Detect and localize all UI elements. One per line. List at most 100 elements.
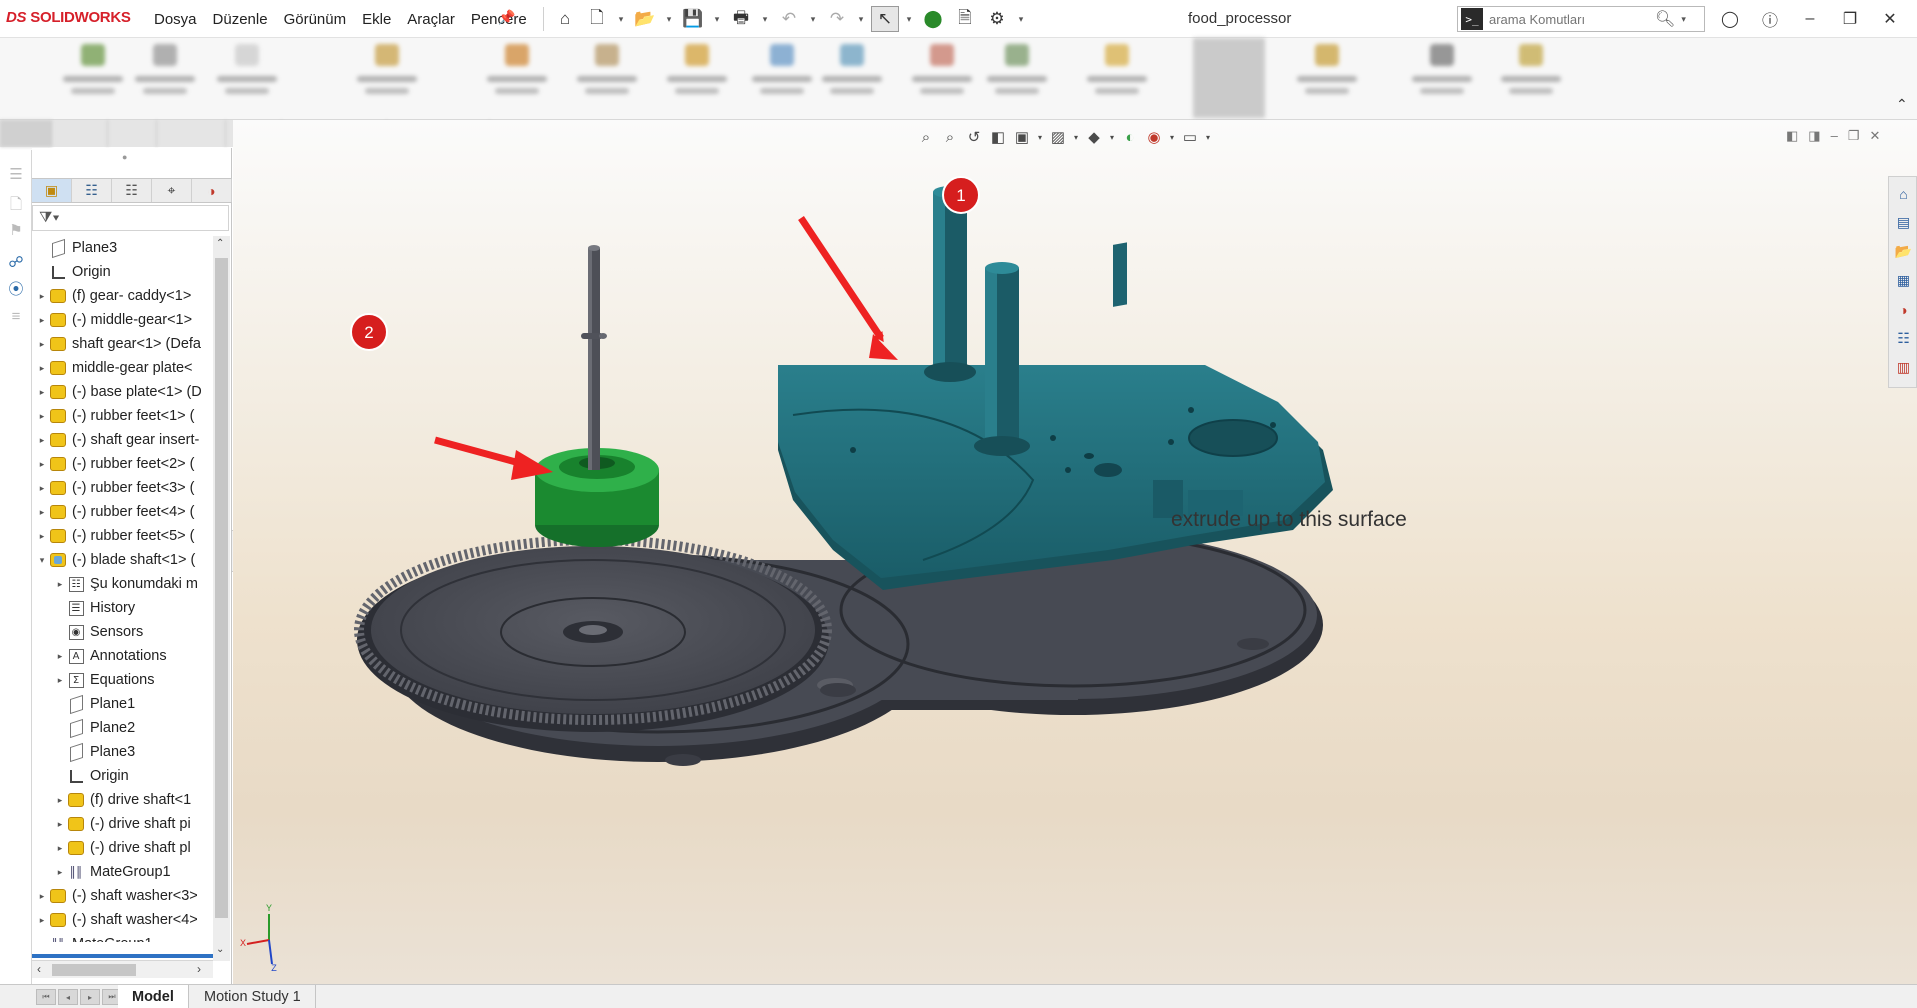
expand-arrow-icon[interactable]: ▸ (36, 363, 48, 374)
expand-arrow-icon[interactable]: ▸ (36, 291, 48, 302)
search-dropdown-icon[interactable]: ▾ (1681, 14, 1686, 25)
tree-item[interactable]: Plane3 (54, 740, 135, 764)
tree-horizontal-scrollbar[interactable]: ‹ › (32, 960, 213, 978)
collapse-ribbon-icon[interactable]: ⌃ (1896, 96, 1908, 113)
expand-arrow-icon[interactable]: ▸ (36, 411, 48, 422)
display-dropdown-icon[interactable]: ▾ (1107, 126, 1117, 148)
file-properties-icon[interactable]: 🗎 (951, 6, 979, 32)
tree-item[interactable]: ▸ ☷ Şu konumdaki m (54, 572, 198, 596)
configurationmanager-tab-icon[interactable]: ☷ (112, 179, 152, 202)
view-dropdown-icon[interactable]: ▾ (1035, 126, 1045, 148)
open-folder-icon[interactable]: 📂 (631, 6, 659, 32)
scroll-up-icon[interactable]: ⌃ (216, 238, 224, 249)
command-search[interactable]: >_ 🔍︎ ▾ (1457, 6, 1705, 32)
expand-arrow-icon[interactable]: ▸ (36, 939, 48, 943)
hide-show-items-icon[interactable]: ◐ (1119, 126, 1141, 148)
tree-item[interactable]: Origin (36, 260, 111, 284)
solidworks-resources-icon[interactable]: ⌂ (1893, 183, 1914, 204)
tree-item[interactable]: Origin (54, 764, 129, 788)
previous-view-icon[interactable]: ↺ (963, 126, 985, 148)
expand-arrow-icon[interactable]: ▸ (54, 843, 66, 854)
tree-item[interactable]: ▸ (-) rubber feet<3> ( (36, 476, 195, 500)
prev-tab-icon[interactable]: ◂ (58, 989, 78, 1005)
expand-arrow-icon[interactable]: ▸ (36, 891, 48, 902)
new-dropdown-icon[interactable]: ▾ (615, 6, 627, 32)
appearance-dropdown-icon[interactable]: ▾ (1167, 126, 1177, 148)
zoom-to-fit-icon[interactable]: ⌕ (915, 126, 937, 148)
tree-item[interactable]: ▸ shaft gear<1> (Defa (36, 332, 201, 356)
select-arrow-icon[interactable]: ↖ (871, 6, 899, 32)
view-orientation-icon[interactable]: ▨ (1047, 126, 1069, 148)
tree-item[interactable]: ▸ (-) middle-gear<1> (36, 308, 192, 332)
expand-arrow-icon[interactable]: ▸ (36, 531, 48, 542)
select-dropdown-icon[interactable]: ▾ (903, 6, 915, 32)
tree-item[interactable]: ▸ (-) rubber feet<1> ( (36, 404, 195, 428)
appearances-icon[interactable]: ◑ (1893, 299, 1914, 320)
rebuild-traffic-light-icon[interactable]: ⬤ (919, 6, 947, 32)
zoom-to-area-icon[interactable]: ⌕ (939, 126, 961, 148)
scroll-left-icon[interactable]: ‹ (37, 962, 41, 976)
expand-arrow-icon[interactable]: ▸ (54, 795, 66, 806)
tree-item[interactable]: ▸ middle-gear plate< (36, 356, 193, 380)
filter-icon[interactable]: ⧩▾ (39, 209, 60, 226)
save-dropdown-icon[interactable]: ▾ (711, 6, 723, 32)
section-view-icon[interactable]: ◧ (987, 126, 1009, 148)
expand-arrow-icon[interactable]: ▸ (54, 651, 66, 662)
open-dropdown-icon[interactable]: ▾ (663, 6, 675, 32)
tree-item[interactable]: ▸ (-) shaft washer<4> (36, 908, 198, 932)
scroll-right-icon[interactable]: › (197, 962, 201, 976)
tree-item[interactable]: ▸∥∥ MateGroup1 (36, 932, 153, 942)
command-button[interactable] (480, 44, 554, 114)
command-button[interactable] (1080, 44, 1154, 114)
restore-icon[interactable]: ❐ (1830, 5, 1870, 33)
minimize-icon[interactable]: – (1790, 5, 1830, 33)
redo-icon[interactable]: ↷ (823, 6, 851, 32)
expand-arrow-icon[interactable]: ▸ (36, 507, 48, 518)
first-tab-icon[interactable]: ⏮ (36, 989, 56, 1005)
tree-item[interactable]: ▸ (-) rubber feet<2> ( (36, 452, 195, 476)
menu-duzenle[interactable]: Düzenle (205, 11, 276, 28)
expand-arrow-icon[interactable]: ▸ (36, 483, 48, 494)
displaymanager-tab-icon[interactable]: ◑ (192, 179, 232, 202)
layers-icon[interactable]: ☰ (6, 164, 26, 184)
new-document-icon[interactable]: 🗋 (583, 6, 611, 32)
tile-right-icon[interactable]: ◨ (1808, 128, 1820, 144)
help-icon[interactable]: ⓘ (1750, 5, 1790, 33)
scroll-thumb[interactable] (52, 964, 136, 976)
menu-gorunum[interactable]: Görünüm (276, 11, 355, 28)
tree-item[interactable]: Plane1 (54, 692, 135, 716)
flag-icon[interactable]: ⚑ (6, 220, 26, 240)
close-icon[interactable]: ✕ (1870, 5, 1910, 33)
view-settings-dropdown-icon[interactable]: ▾ (1203, 126, 1213, 148)
expand-arrow-icon[interactable]: ▸ (36, 315, 48, 326)
command-button[interactable] (350, 44, 424, 114)
panel-grip-icon[interactable]: ● (122, 152, 127, 162)
tree-item[interactable]: ▸ (-) drive shaft pi (54, 812, 191, 836)
print-icon[interactable]: 🖶 (727, 6, 755, 32)
options-gear-icon[interactable]: ⚙ (983, 6, 1011, 32)
tree-filter[interactable]: ⧩▾ (32, 205, 229, 231)
mate-link-icon[interactable]: ☍ (6, 252, 26, 272)
tree-item[interactable]: ▸ (-) rubber feet<4> ( (36, 500, 195, 524)
print-dropdown-icon[interactable]: ▾ (759, 6, 771, 32)
command-button[interactable] (905, 44, 979, 114)
search-icon[interactable]: 🔍︎ (1655, 9, 1675, 29)
tab-model[interactable]: Model (118, 985, 189, 1008)
doc-restore-icon[interactable]: ❐ (1848, 128, 1860, 144)
collapse-arrow-icon[interactable]: ▾ (36, 555, 48, 566)
tree-item[interactable]: Plane2 (54, 716, 135, 740)
tree-item[interactable]: ▸ A Annotations (54, 644, 167, 668)
dimxpert-tab-icon[interactable]: ⌖ (152, 179, 192, 202)
command-button[interactable] (815, 44, 889, 114)
tree-item[interactable]: Plane3 (36, 236, 117, 260)
tree-item[interactable]: ◉ Sensors (54, 620, 143, 644)
tree-item[interactable]: ☰ History (54, 596, 135, 620)
redo-dropdown-icon[interactable]: ▾ (855, 6, 867, 32)
command-button[interactable] (980, 44, 1054, 114)
tree-item[interactable]: ▸ (-) drive shaft pl (54, 836, 191, 860)
menu-dosya[interactable]: Dosya (146, 11, 205, 28)
command-button[interactable] (1494, 44, 1568, 114)
tree-item[interactable]: ▾ (-) blade shaft<1> ( (36, 548, 196, 572)
view-settings-monitor-icon[interactable]: ▭ (1179, 126, 1201, 148)
expand-arrow-icon[interactable]: ▸ (36, 387, 48, 398)
